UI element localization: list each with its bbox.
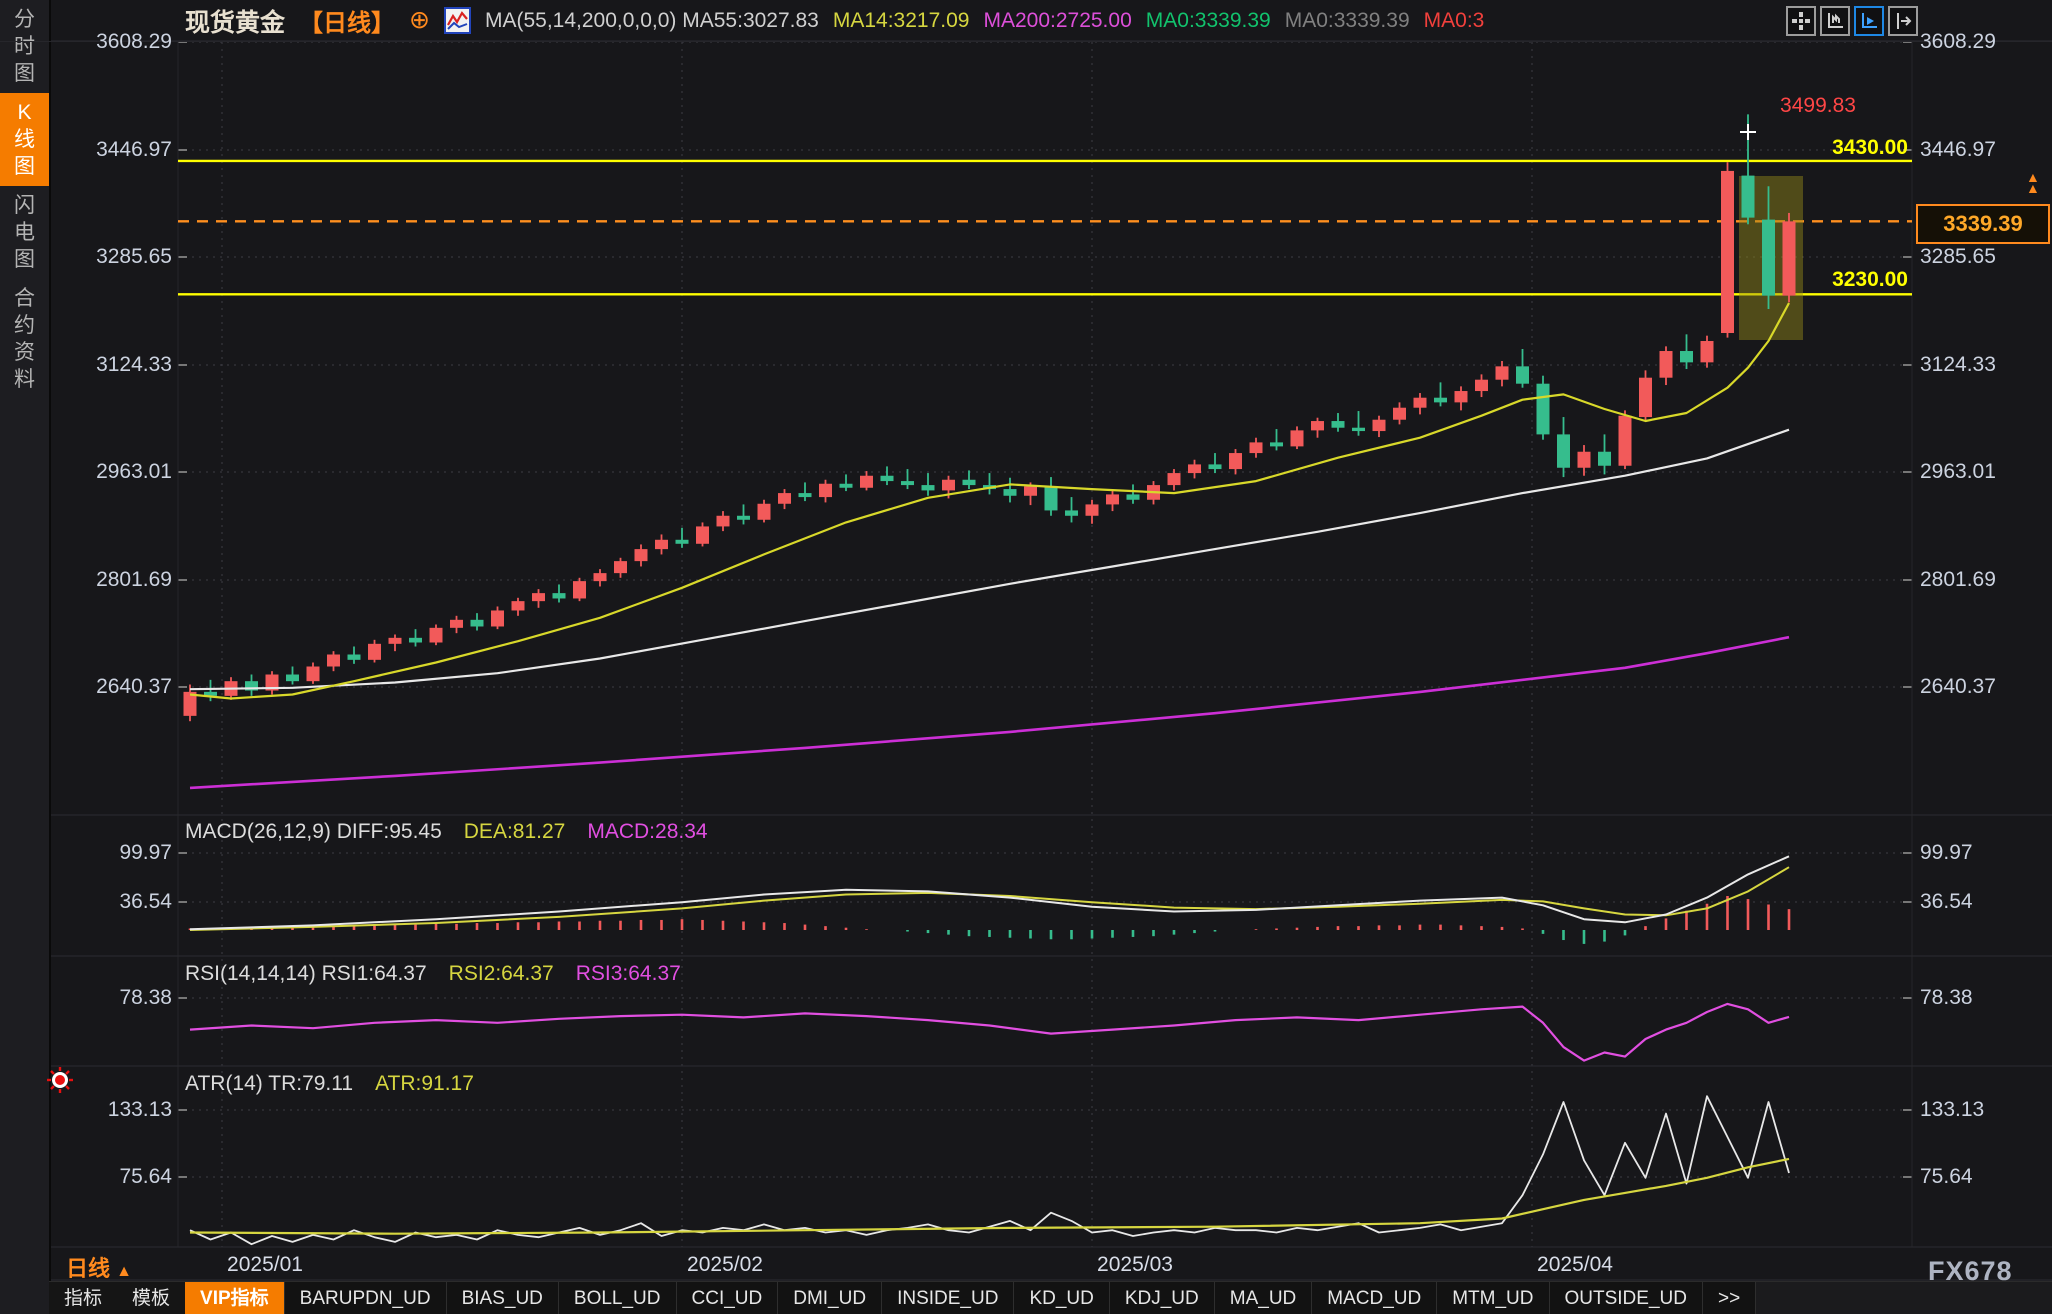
price-tick: 3446.97 bbox=[1920, 138, 1996, 162]
last-price-tag: 3339.39 bbox=[1916, 204, 2050, 244]
period-selector[interactable]: 日线 ▲ bbox=[66, 1251, 132, 1283]
price-tick: 2801.69 bbox=[1920, 568, 1996, 592]
tab-mtm_ud[interactable]: MTM_UD bbox=[1437, 1282, 1549, 1314]
rsi-tick: 78.38 bbox=[50, 986, 172, 1010]
tab-[interactable]: 模板 bbox=[117, 1282, 185, 1314]
ma14-value: MA14:3217.09 bbox=[833, 9, 970, 33]
macd-tick: 36.54 bbox=[50, 890, 172, 914]
tab-boll_ud[interactable]: BOLL_UD bbox=[559, 1282, 677, 1314]
tab-macd_ud[interactable]: MACD_UD bbox=[1312, 1282, 1437, 1314]
resistance-level-label: 3430.00 bbox=[1760, 136, 1908, 160]
price-tick: 2640.37 bbox=[1920, 675, 1996, 699]
symbol-title: 现货黄金 bbox=[185, 3, 285, 39]
macd-tick: 36.54 bbox=[1920, 890, 1973, 914]
ma200-value: MA200:2725.00 bbox=[983, 9, 1131, 33]
atr-tick: 133.13 bbox=[50, 1098, 172, 1122]
double-up-arrow-icon: ▲▲ bbox=[2026, 172, 2040, 194]
tab-vip[interactable]: VIP指标 bbox=[185, 1282, 285, 1314]
price-tick: 3446.97 bbox=[50, 138, 172, 162]
axis-play-icon[interactable] bbox=[1854, 6, 1884, 36]
ma0-gray-value: MA0:3339.39 bbox=[1285, 9, 1410, 33]
support-level-label: 3230.00 bbox=[1760, 268, 1908, 292]
price-tick: 3124.33 bbox=[1920, 353, 1996, 377]
sidebar-item-2[interactable]: 闪 电 图 bbox=[0, 186, 49, 279]
indicator-settings-icon[interactable] bbox=[444, 7, 471, 34]
header-bar: 现货黄金 【日线】 ⊕ MA(55,14,200,0,0,0) MA55:302… bbox=[0, 0, 2052, 42]
tab-[interactable]: >> bbox=[1703, 1282, 1756, 1314]
tab-kdj_ud[interactable]: KDJ_UD bbox=[1110, 1282, 1215, 1314]
period-tag: 【日线】 bbox=[299, 3, 395, 38]
price-tick: 3124.33 bbox=[50, 353, 172, 377]
x-axis-label: 2025/02 bbox=[687, 1253, 763, 1277]
tab-[interactable]: 指标 bbox=[49, 1282, 117, 1314]
period-selector-label: 日线 bbox=[66, 1256, 110, 1281]
rsi3-value: RSI3:64.37 bbox=[576, 962, 681, 986]
atr-pane-title: ATR(14) TR:79.11 ATR:91.17 bbox=[185, 1072, 474, 1096]
macd-tick: 99.97 bbox=[50, 841, 172, 865]
tab-barupdn_ud[interactable]: BARUPDN_UD bbox=[285, 1282, 447, 1314]
indicator-tabbar: 指标模板VIP指标BARUPDN_UDBIAS_UDBOLL_UDCCI_UDD… bbox=[49, 1281, 2052, 1314]
price-tick: 2963.01 bbox=[50, 460, 172, 484]
period-up-arrow-icon: ▲ bbox=[116, 1263, 132, 1280]
macd-title-diff: MACD(26,12,9) DIFF:95.45 bbox=[185, 820, 442, 844]
sidebar: 分 时 图K 线 图闪 电 图合 约 资 料 bbox=[0, 0, 51, 1314]
chart-canvas[interactable] bbox=[0, 0, 2052, 1314]
price-tick: 3608.29 bbox=[50, 30, 172, 54]
price-tick: 3285.65 bbox=[1920, 245, 1996, 269]
chart-toolbar bbox=[1786, 0, 1918, 41]
atr-tick: 133.13 bbox=[1920, 1098, 1984, 1122]
atr-value: ATR:91.17 bbox=[375, 1072, 474, 1096]
price-tick: 2963.01 bbox=[1920, 460, 1996, 484]
tab-bias_ud[interactable]: BIAS_UD bbox=[447, 1282, 559, 1314]
rsi-pane-title: RSI(14,14,14) RSI1:64.37 RSI2:64.37 RSI3… bbox=[185, 962, 681, 986]
tab-outside_ud[interactable]: OUTSIDE_UD bbox=[1550, 1282, 1703, 1314]
trading-app-window: 分 时 图K 线 图闪 电 图合 约 资 料 现货黄金 【日线】 ⊕ bbox=[0, 0, 2052, 1314]
rsi-tick: 78.38 bbox=[1920, 986, 1973, 1010]
axis-scale-icon[interactable] bbox=[1820, 6, 1850, 36]
tab-inside_ud[interactable]: INSIDE_UD bbox=[882, 1282, 1014, 1314]
tab-kd_ud[interactable]: KD_UD bbox=[1014, 1282, 1109, 1314]
shift-right-icon[interactable] bbox=[1888, 6, 1918, 36]
rsi-title-rsi1: RSI(14,14,14) RSI1:64.37 bbox=[185, 962, 427, 986]
price-tick: 2801.69 bbox=[50, 568, 172, 592]
price-tick: 3608.29 bbox=[1920, 30, 1996, 54]
x-axis-label: 2025/04 bbox=[1537, 1253, 1613, 1277]
ma0-red-value: MA0:3 bbox=[1424, 9, 1485, 33]
sidebar-item-1[interactable]: K 线 图 bbox=[0, 93, 49, 186]
sidebar-item-3[interactable]: 合 约 资 料 bbox=[0, 279, 49, 399]
time-axis: 2025/01 2025/02 2025/03 2025/04 bbox=[0, 1253, 2052, 1281]
tabbar-filler bbox=[1756, 1282, 2052, 1314]
rsi2-value: RSI2:64.37 bbox=[449, 962, 554, 986]
ma-params-ma55: MA(55,14,200,0,0,0) MA55:3027.83 bbox=[485, 9, 819, 33]
tab-dmi_ud[interactable]: DMI_UD bbox=[778, 1282, 882, 1314]
tab-cci_ud[interactable]: CCI_UD bbox=[677, 1282, 779, 1314]
atr-tick: 75.64 bbox=[1920, 1165, 1973, 1189]
compare-add-icon[interactable]: ⊕ bbox=[409, 8, 430, 33]
ma0-green-value: MA0:3339.39 bbox=[1146, 9, 1271, 33]
atr-title-tr: ATR(14) TR:79.11 bbox=[185, 1072, 353, 1096]
x-axis-label: 2025/03 bbox=[1097, 1253, 1173, 1277]
high-price-label: 3499.83 bbox=[1772, 94, 1864, 118]
macd-tick: 99.97 bbox=[1920, 841, 1973, 865]
crosshair-pan-icon[interactable] bbox=[1786, 6, 1816, 36]
macd-macd-value: MACD:28.34 bbox=[587, 820, 707, 844]
tab-ma_ud[interactable]: MA_UD bbox=[1215, 1282, 1313, 1314]
atr-tick: 75.64 bbox=[50, 1165, 172, 1189]
hot-alert-icon[interactable] bbox=[46, 1066, 74, 1099]
macd-pane-title: MACD(26,12,9) DIFF:95.45 DEA:81.27 MACD:… bbox=[185, 820, 708, 844]
x-axis-label: 2025/01 bbox=[227, 1253, 303, 1277]
price-tick: 3285.65 bbox=[50, 245, 172, 269]
price-tick: 2640.37 bbox=[50, 675, 172, 699]
macd-dea-value: DEA:81.27 bbox=[464, 820, 566, 844]
